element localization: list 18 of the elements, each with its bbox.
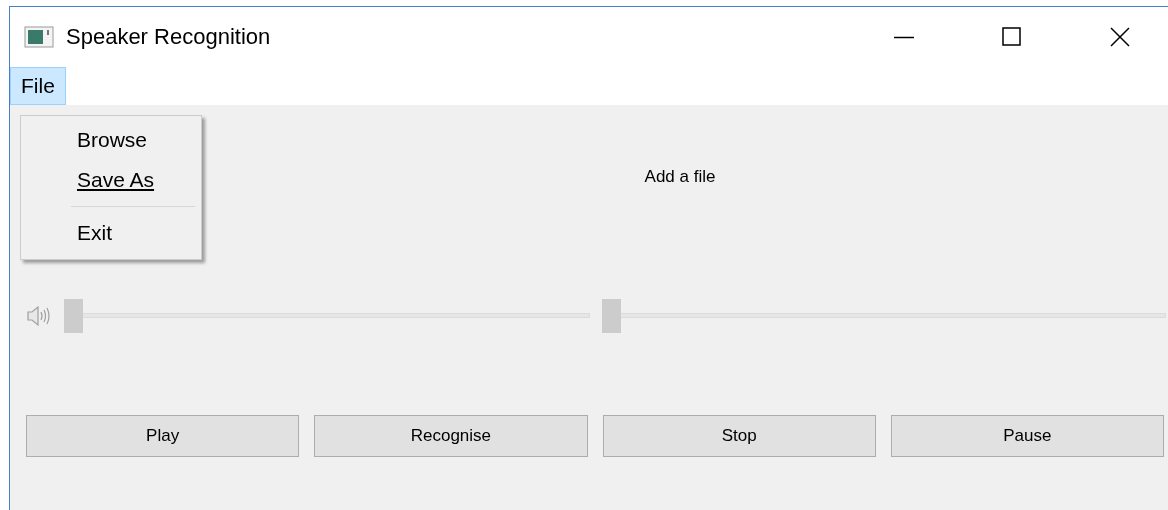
menu-item[interactable]: Save As: [21, 160, 201, 200]
window-title: Speaker Recognition: [66, 24, 272, 50]
action-button[interactable]: Recognise: [314, 415, 588, 457]
status-label: Add a file: [643, 167, 716, 187]
slider-handle[interactable]: [602, 299, 621, 333]
action-button[interactable]: Stop: [602, 415, 876, 457]
menu-tab[interactable]: File: [10, 67, 66, 105]
menu-item[interactable]: Exit: [21, 213, 201, 253]
slider[interactable]: [602, 299, 1166, 333]
action-button[interactable]: Play: [26, 415, 300, 457]
app-icon: [24, 25, 54, 49]
close-icon[interactable]: [1110, 27, 1130, 47]
slider-handle[interactable]: [64, 299, 83, 333]
slider[interactable]: [64, 299, 590, 333]
menu-item[interactable]: Browse: [21, 120, 201, 160]
action-button[interactable]: Pause: [890, 415, 1164, 457]
speaker-icon: [26, 305, 52, 327]
maximize-icon[interactable]: [1002, 27, 1022, 47]
